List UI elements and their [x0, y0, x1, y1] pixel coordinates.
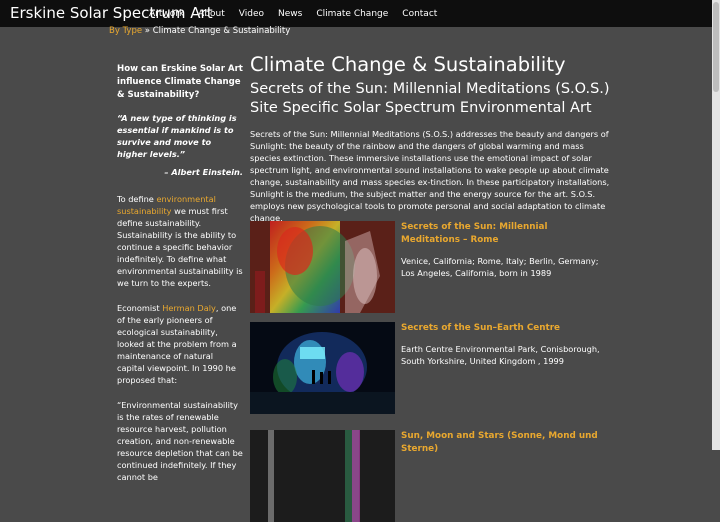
artwork-title-earth-centre[interactable]: Secrets of the Sun–Earth Centre — [401, 322, 601, 335]
einstein-quote: “A new type of thinking is essential if … — [117, 113, 237, 159]
nav-video[interactable]: Video — [239, 9, 264, 19]
top-navigation-bar: Erskine Solar Spectrum Art Artwork About V… — [0, 0, 720, 27]
nav-contact[interactable]: Contact — [402, 9, 437, 19]
quote-author: – Albert Einstein. — [164, 167, 243, 177]
nav-climate-change[interactable]: Climate Change — [316, 9, 388, 19]
sidebar: How can Erskine Solar Art influence Clim… — [117, 63, 243, 496]
page-subtitle: Secrets of the Sun: Millennial Meditatio… — [250, 81, 610, 116]
herman-daly-link[interactable]: Herman Daly — [162, 303, 216, 313]
artwork-desc-earth-centre: Earth Centre Environmental Park, Conisbo… — [401, 344, 600, 366]
artwork-thumbnail-rome[interactable] — [250, 221, 395, 313]
sidebar-paragraph-3: “Environmental sustainability is the rat… — [117, 400, 243, 482]
sidebar-heading: How can Erskine Solar Art influence Clim… — [117, 64, 243, 100]
breadcrumb: By Type » Climate Change & Sustainabilit… — [109, 26, 290, 36]
artwork-thumbnail-earth-centre[interactable] — [250, 322, 395, 414]
artwork-title-rome[interactable]: Secrets of the Sun: Millennial Meditatio… — [401, 221, 601, 247]
nav-news[interactable]: News — [278, 9, 302, 19]
page-title: Climate Change & Sustainability — [250, 53, 566, 76]
breadcrumb-link-by-type[interactable]: By Type — [109, 26, 142, 36]
sidebar-paragraph-2: Economist Herman Daly, one of the early … — [117, 302, 243, 386]
intro-paragraph: Secrets of the Sun: Millennial Meditatio… — [250, 129, 610, 223]
p1-text-end: we must first define sustainability. Sus… — [117, 206, 243, 288]
artwork-title-sun-moon-stars[interactable]: Sun, Moon and Stars (Sonne, Mond und Ste… — [401, 430, 601, 456]
nav-about[interactable]: About — [198, 9, 225, 19]
p2-text-end: , one of the early pioneers of ecologica… — [117, 303, 237, 385]
sidebar-paragraph-1: To define environmental sustainability w… — [117, 193, 243, 289]
nav-artwork[interactable]: Artwork — [149, 9, 184, 19]
breadcrumb-separator: » — [144, 26, 150, 36]
p2-text-start: Economist — [117, 303, 163, 313]
breadcrumb-current: Climate Change & Sustainability — [152, 26, 291, 36]
artwork-thumbnail-sun-moon-stars[interactable] — [250, 430, 395, 522]
main-content: Climate Change & Sustainability Secrets … — [250, 52, 610, 224]
scrollbar-thumb[interactable] — [713, 2, 719, 92]
main-nav: Artwork About Video News Climate Change Conta… — [149, 9, 451, 19]
page-scrollbar[interactable] — [712, 0, 720, 450]
p1-text-start: To define — [117, 194, 157, 204]
artwork-desc-rome: Venice, California; Rome, Italy; Berlin,… — [401, 256, 599, 278]
